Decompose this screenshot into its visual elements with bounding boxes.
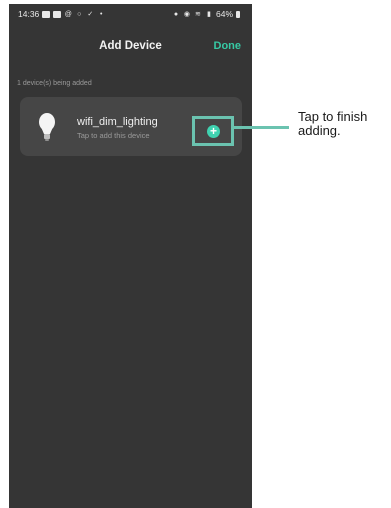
callout-line [234,126,289,129]
battery-percent: 64% [215,9,233,19]
gallery-icon [42,10,51,18]
dot-icon: • [100,10,103,18]
section-label: 1 device(s) being added [17,80,92,87]
profile-icon: ● [173,10,179,18]
device-subtitle: Tap to add this device [77,131,150,140]
status-left: 14:36 @ ○ ✓ • [18,9,105,19]
status-bar: 14:36 @ ○ ✓ • ● ◉ ≋ ▮ 64% [9,4,252,26]
wifi-icon: ≋ [195,10,201,18]
battery-icon [236,10,240,18]
add-plus-icon[interactable]: + [207,125,220,138]
signal-icon: ▮ [207,10,211,18]
alarm-icon: ◉ [183,10,191,18]
add-button-highlight[interactable]: + [192,116,234,146]
device-name: wifi_dim_lighting [77,116,158,128]
circle-icon: ○ [77,10,82,18]
at-icon: @ [64,10,72,18]
message-icon [53,10,62,18]
done-button[interactable]: Done [214,40,242,52]
nav-bar: Add Device Done [9,26,252,70]
status-right: ● ◉ ≋ ▮ 64% [172,9,240,19]
callout-text: Tap to finish adding. [298,109,368,138]
bird-icon: ✓ [87,10,94,18]
bulb-icon [39,113,55,141]
status-time: 14:36 [18,9,40,19]
phone-screen: 14:36 @ ○ ✓ • ● ◉ ≋ ▮ 64% Add Device Don… [9,4,252,508]
